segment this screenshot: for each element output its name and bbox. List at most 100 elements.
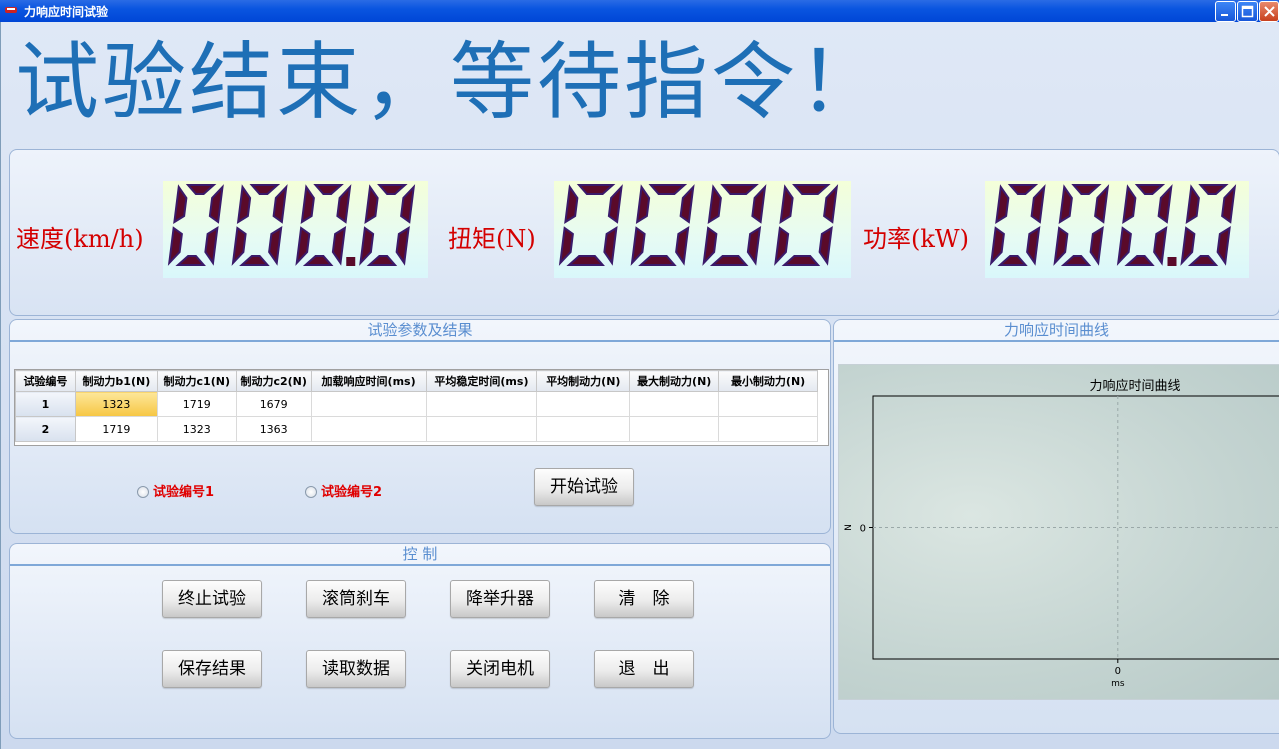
power-display xyxy=(985,181,1249,278)
digit-segment xyxy=(781,255,821,266)
digit-segment xyxy=(366,255,398,266)
control-group: 控 制 终止试验 滚筒刹车 降举升器 清 除 保存结果 读取数据 关闭电机 退 … xyxy=(9,543,831,739)
stop-test-button[interactable]: 终止试验 xyxy=(162,580,262,618)
table-row[interactable]: 2 1719 1323 1363 xyxy=(15,416,818,442)
read-data-button[interactable]: 读取数据 xyxy=(306,650,406,688)
digit-segment xyxy=(167,226,183,266)
row-header[interactable]: 1 xyxy=(15,391,76,417)
digit-segment xyxy=(395,226,410,266)
table-cell[interactable] xyxy=(426,391,538,417)
digit-segment xyxy=(336,184,352,224)
digit-segment xyxy=(359,226,375,266)
main-window: 试验结束，等待指令！ 速度(km/h) 扭矩(N) 功率(kW) 试验参数及结果… xyxy=(0,22,1279,749)
digit-segment xyxy=(997,255,1028,266)
table-cell[interactable] xyxy=(311,391,427,417)
column-header[interactable]: 最大制动力(N) xyxy=(629,370,720,392)
digit-segment xyxy=(1134,184,1166,195)
results-table[interactable]: 试验编号 制动力b1(N) 制动力c1(N) 制动力c2(N) 加载响应时间(m… xyxy=(14,369,829,446)
table-cell[interactable]: 1323 xyxy=(157,416,237,442)
digit-segment xyxy=(635,184,651,224)
digit-segment xyxy=(603,226,618,266)
digit-segment xyxy=(1026,226,1041,266)
radio-test-1-label: 试验编号1 xyxy=(153,485,215,500)
minimize-icon xyxy=(1221,14,1228,16)
app-icon xyxy=(5,7,17,13)
digit-segment xyxy=(792,184,831,195)
table-cell[interactable] xyxy=(536,416,631,442)
digit-segment xyxy=(313,184,344,195)
digit-segment xyxy=(702,226,718,266)
torque-digits xyxy=(558,184,839,266)
clear-button[interactable]: 清 除 xyxy=(594,580,694,618)
row-header[interactable]: 2 xyxy=(15,416,76,442)
digit-segment xyxy=(823,184,839,224)
table-cell[interactable]: 1323 xyxy=(75,391,158,417)
control-group-title: 控 制 xyxy=(10,544,830,566)
table-cell[interactable] xyxy=(718,391,818,417)
torque-display xyxy=(554,181,851,278)
radio-test-1[interactable]: 试验编号1 xyxy=(137,481,214,500)
power-digits xyxy=(989,184,1237,266)
save-results-button[interactable]: 保存结果 xyxy=(162,650,262,688)
digit-segment xyxy=(1180,226,1196,266)
radio-button-icon[interactable] xyxy=(137,486,149,498)
readout-panel: 速度(km/h) 扭矩(N) 功率(kW) xyxy=(9,149,1279,316)
exit-button[interactable]: 退 出 xyxy=(594,650,694,688)
digit-segment xyxy=(774,226,790,266)
column-header[interactable]: 试验编号 xyxy=(15,370,76,392)
digit-segment xyxy=(204,226,219,266)
digit-segment xyxy=(185,184,217,195)
digit-segment xyxy=(607,184,623,224)
digit-segment xyxy=(818,226,833,266)
column-header[interactable]: 最小制动力(N) xyxy=(718,370,818,392)
minimize-button[interactable] xyxy=(1215,1,1236,22)
radio-button-icon[interactable] xyxy=(305,486,317,498)
column-header[interactable]: 制动力c1(N) xyxy=(156,370,237,392)
y-axis-label: N xyxy=(844,524,854,531)
table-cell[interactable] xyxy=(629,391,720,417)
chart-group-title: 力响应时间曲线 xyxy=(834,320,1279,342)
close-icon xyxy=(1264,6,1275,17)
column-header[interactable]: 加载响应时间(ms) xyxy=(310,370,427,392)
table-cell[interactable]: 1363 xyxy=(236,416,312,442)
table-row[interactable]: 1 1323 1719 1679 xyxy=(15,391,818,417)
column-header[interactable]: 制动力b1(N) xyxy=(74,370,158,392)
digit-segment xyxy=(779,184,794,224)
roller-brake-button[interactable]: 滚筒刹车 xyxy=(306,580,406,618)
lower-lift-button[interactable]: 降举升器 xyxy=(450,580,550,618)
table-cell[interactable] xyxy=(311,416,427,442)
table-cell[interactable]: 1719 xyxy=(75,416,158,442)
digit-segment xyxy=(564,184,579,224)
table-cell[interactable] xyxy=(629,416,720,442)
table-cell[interactable]: 1679 xyxy=(236,391,312,417)
params-group-title: 试验参数及结果 xyxy=(10,320,830,342)
digit-segment xyxy=(364,184,379,224)
maximize-icon xyxy=(1241,5,1254,18)
digit-segment xyxy=(175,255,206,266)
digit-segment xyxy=(1094,184,1110,224)
column-header[interactable]: 平均制动力(N) xyxy=(536,370,631,392)
digit-segment xyxy=(268,226,283,266)
digit-segment xyxy=(295,226,311,266)
table-cell[interactable] xyxy=(536,391,631,417)
digit-segment xyxy=(1157,184,1173,224)
motor-off-button[interactable]: 关闭电机 xyxy=(450,650,550,688)
digit-segment xyxy=(300,184,315,224)
digit-segment xyxy=(1122,184,1137,224)
digit-segment xyxy=(1089,226,1104,266)
start-test-button[interactable]: 开始试验 xyxy=(534,468,634,506)
params-group: 试验参数及结果 试验编号 制动力b1(N) 制动力c1(N) 制动力c2(N) … xyxy=(9,319,831,534)
column-header[interactable]: 制动力c2(N) xyxy=(235,370,312,392)
close-button[interactable] xyxy=(1259,1,1279,22)
column-header[interactable]: 平均稳定时间(ms) xyxy=(425,370,538,392)
window-titlebar[interactable]: 力响应时间试验 xyxy=(0,0,1279,22)
maximize-button[interactable] xyxy=(1237,1,1258,22)
chart-group: 力响应时间曲线 力响应时间曲线 0 0 ms N xyxy=(833,319,1279,734)
table-cell[interactable]: 1719 xyxy=(157,391,237,417)
radio-test-2[interactable]: 试验编号2 xyxy=(305,481,382,500)
speed-display xyxy=(163,181,428,278)
speed-digits xyxy=(167,184,416,266)
radio-test-2-label: 试验编号2 xyxy=(321,485,383,500)
table-cell[interactable] xyxy=(426,416,538,442)
table-cell[interactable] xyxy=(718,416,818,442)
